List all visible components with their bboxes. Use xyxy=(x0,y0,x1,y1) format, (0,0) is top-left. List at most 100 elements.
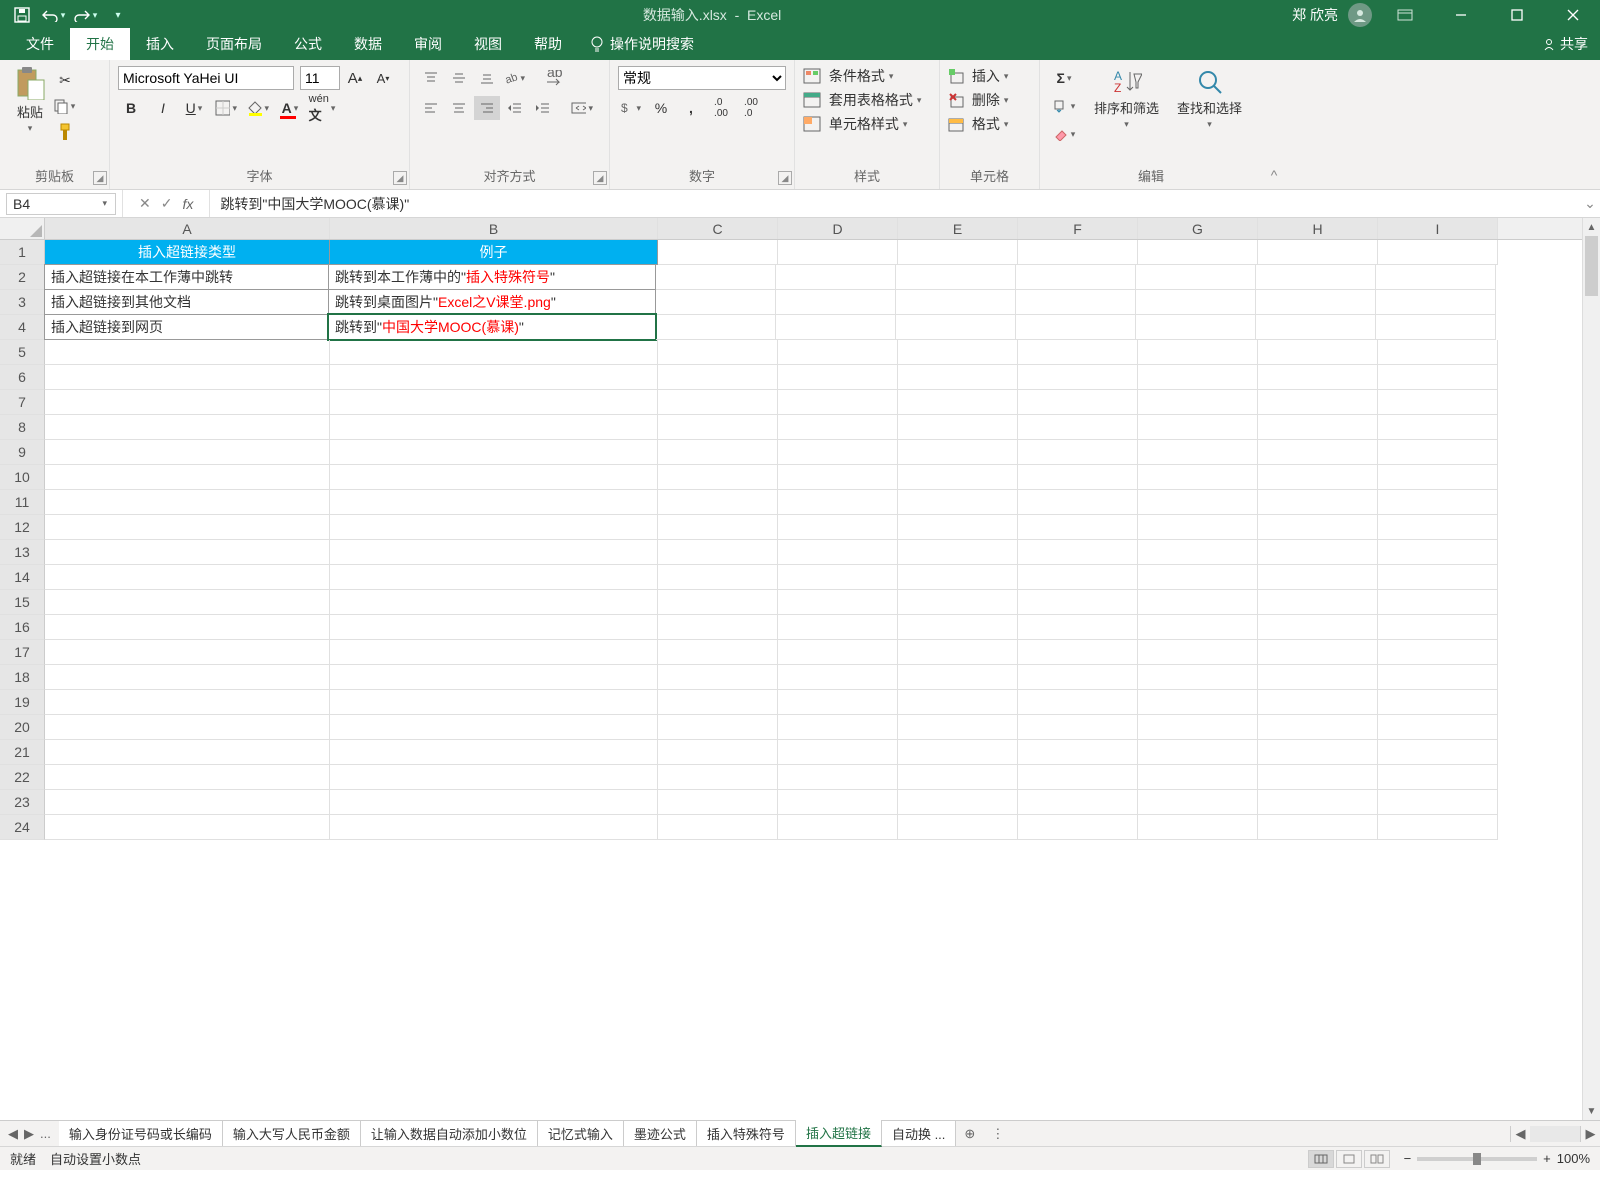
cell[interactable] xyxy=(898,340,1018,365)
cell[interactable] xyxy=(778,365,898,390)
increase-decimal-button[interactable]: .0.00 xyxy=(708,96,734,120)
cell[interactable] xyxy=(1378,815,1498,840)
fill-button[interactable]: ▾ xyxy=(1048,94,1082,118)
cell[interactable] xyxy=(658,740,778,765)
normal-view-button[interactable] xyxy=(1308,1150,1334,1168)
cell[interactable] xyxy=(1018,465,1138,490)
cell[interactable] xyxy=(330,490,658,515)
cell[interactable]: 插入超链接到其他文档 xyxy=(44,289,329,315)
cell[interactable] xyxy=(1018,490,1138,515)
cell[interactable] xyxy=(898,615,1018,640)
cell[interactable] xyxy=(1256,290,1376,315)
number-format-select[interactable]: 常规 xyxy=(618,66,786,90)
align-middle-button[interactable] xyxy=(446,66,472,90)
cell[interactable]: 跳转到"中国大学MOOC(慕课)" xyxy=(328,314,656,340)
cell[interactable] xyxy=(1378,715,1498,740)
cell[interactable] xyxy=(45,740,330,765)
italic-button[interactable]: I xyxy=(150,96,176,120)
cell[interactable] xyxy=(898,790,1018,815)
cell[interactable] xyxy=(1378,665,1498,690)
cell[interactable] xyxy=(1378,465,1498,490)
formula-input[interactable]: 跳转到"中国大学MOOC(慕课)" xyxy=(209,190,1580,217)
cell[interactable] xyxy=(658,615,778,640)
cell[interactable] xyxy=(45,590,330,615)
cell[interactable] xyxy=(1018,440,1138,465)
cell[interactable] xyxy=(45,465,330,490)
row-header[interactable]: 19 xyxy=(0,690,45,715)
column-header[interactable]: E xyxy=(898,218,1018,239)
cell[interactable] xyxy=(45,565,330,590)
cell[interactable] xyxy=(1138,815,1258,840)
cell[interactable] xyxy=(45,815,330,840)
cell[interactable] xyxy=(658,415,778,440)
copy-button[interactable]: ▾ xyxy=(52,94,78,118)
row-header[interactable]: 11 xyxy=(0,490,45,515)
sheet-options-button[interactable]: ⋮ xyxy=(983,1126,1012,1142)
cell[interactable] xyxy=(330,340,658,365)
cell[interactable] xyxy=(898,390,1018,415)
page-break-view-button[interactable] xyxy=(1364,1150,1390,1168)
cell[interactable] xyxy=(1138,565,1258,590)
cell[interactable] xyxy=(1258,565,1378,590)
cell[interactable] xyxy=(898,490,1018,515)
row-header[interactable]: 24 xyxy=(0,815,45,840)
column-header[interactable]: H xyxy=(1258,218,1378,239)
cell[interactable]: 插入超链接到网页 xyxy=(44,314,329,340)
cell[interactable] xyxy=(778,490,898,515)
cell[interactable] xyxy=(778,440,898,465)
format-painter-button[interactable] xyxy=(52,120,78,144)
cell[interactable] xyxy=(1376,315,1496,340)
cell[interactable] xyxy=(896,315,1016,340)
cell[interactable] xyxy=(45,415,330,440)
cell[interactable] xyxy=(1018,390,1138,415)
minimize-button[interactable] xyxy=(1438,0,1484,30)
share-button[interactable]: 共享 xyxy=(1542,34,1588,54)
cell[interactable] xyxy=(778,765,898,790)
row-header[interactable]: 21 xyxy=(0,740,45,765)
cell[interactable] xyxy=(898,715,1018,740)
cell[interactable] xyxy=(1378,490,1498,515)
qat-customize[interactable]: ▾ xyxy=(104,1,132,29)
cell[interactable] xyxy=(1018,765,1138,790)
cell[interactable] xyxy=(1378,340,1498,365)
cell[interactable] xyxy=(778,390,898,415)
close-button[interactable] xyxy=(1550,0,1596,30)
cell[interactable] xyxy=(778,415,898,440)
cell[interactable] xyxy=(45,340,330,365)
cell[interactable] xyxy=(1138,415,1258,440)
column-header[interactable]: G xyxy=(1138,218,1258,239)
cell[interactable] xyxy=(1138,765,1258,790)
cell[interactable] xyxy=(330,715,658,740)
row-header[interactable]: 10 xyxy=(0,465,45,490)
cell[interactable]: 插入超链接类型 xyxy=(45,240,330,265)
cell[interactable] xyxy=(1018,790,1138,815)
scroll-down-button[interactable]: ▼ xyxy=(1583,1102,1600,1120)
tab-view[interactable]: 视图 xyxy=(458,28,518,60)
sheet-tab[interactable]: 墨迹公式 xyxy=(624,1121,697,1146)
cell[interactable] xyxy=(1378,615,1498,640)
cell[interactable] xyxy=(45,790,330,815)
cell[interactable] xyxy=(658,665,778,690)
hscroll-right-button[interactable]: ▶ xyxy=(1580,1126,1600,1142)
column-header[interactable]: B xyxy=(330,218,658,239)
cell[interactable] xyxy=(45,440,330,465)
select-all-button[interactable] xyxy=(0,218,45,239)
cell[interactable] xyxy=(896,265,1016,290)
column-header[interactable]: I xyxy=(1378,218,1498,239)
decrease-indent-button[interactable] xyxy=(502,96,528,120)
cell[interactable] xyxy=(898,815,1018,840)
cell[interactable] xyxy=(658,540,778,565)
cell[interactable] xyxy=(1138,515,1258,540)
row-header[interactable]: 7 xyxy=(0,390,45,415)
cell[interactable] xyxy=(1258,665,1378,690)
cell[interactable] xyxy=(1378,390,1498,415)
tell-me-search[interactable]: 操作说明搜索 xyxy=(578,28,706,60)
cell[interactable] xyxy=(1136,265,1256,290)
cell[interactable] xyxy=(45,715,330,740)
tab-page-layout[interactable]: 页面布局 xyxy=(190,28,278,60)
orientation-button[interactable]: ab▾ xyxy=(502,66,528,90)
ribbon-display-button[interactable] xyxy=(1382,0,1428,30)
cell[interactable] xyxy=(1138,440,1258,465)
cell[interactable] xyxy=(1378,365,1498,390)
cell[interactable] xyxy=(1378,540,1498,565)
